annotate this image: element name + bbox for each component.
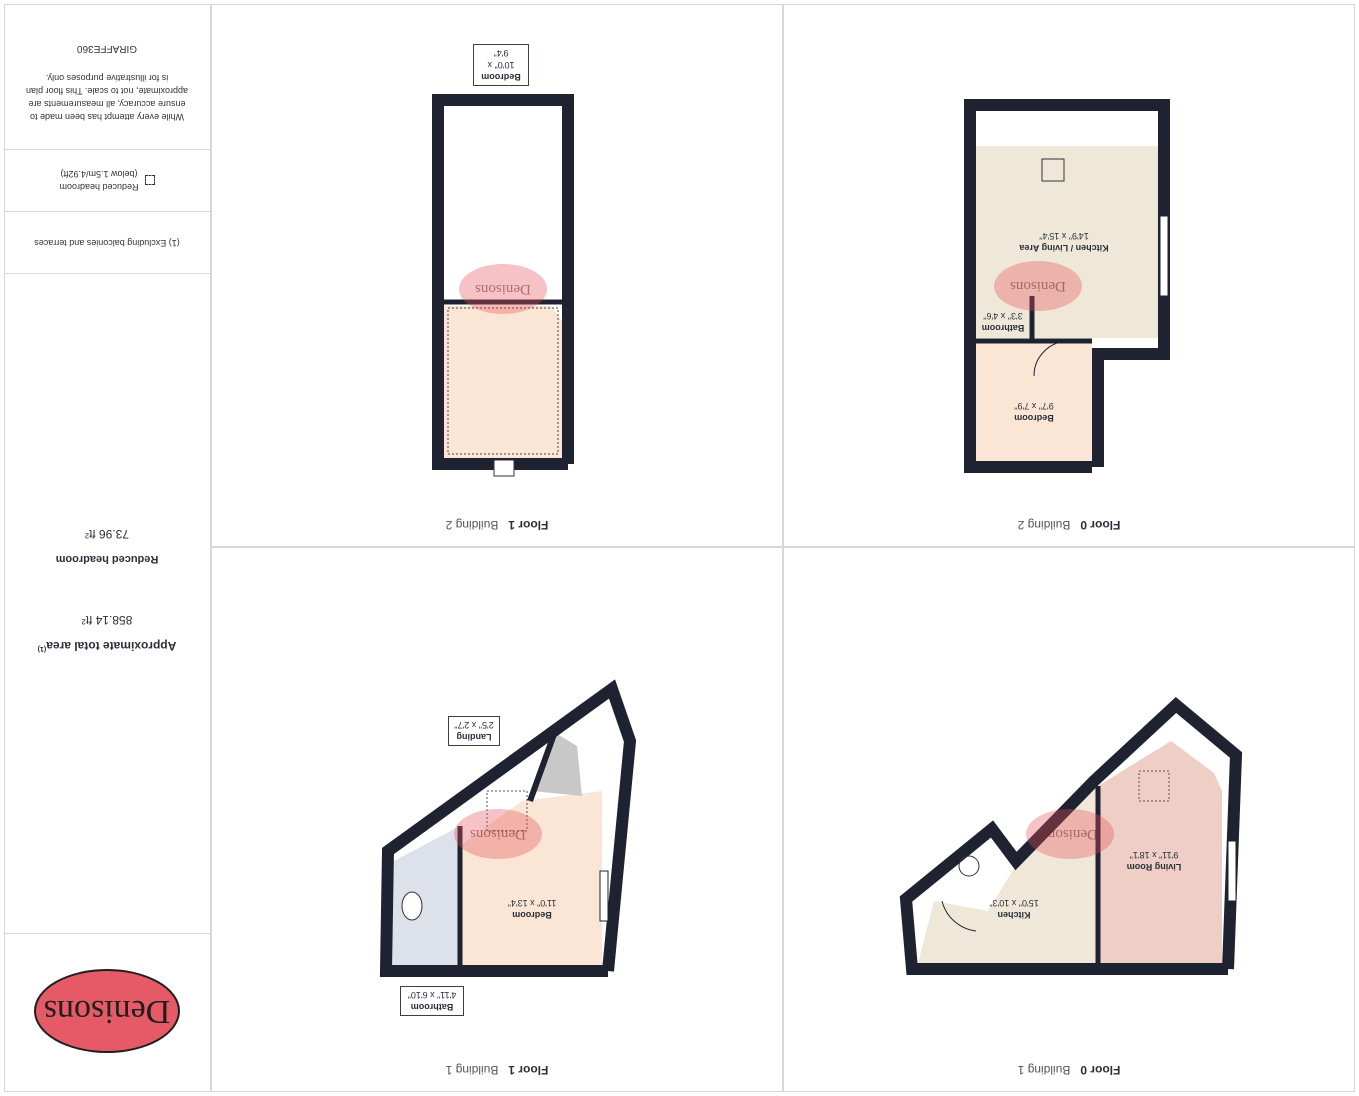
reduced-headroom-label: Reduced headroom xyxy=(55,553,159,565)
room-name: Landing xyxy=(456,732,492,742)
window xyxy=(599,870,609,922)
logo-text: Denisons xyxy=(43,993,171,1030)
hob xyxy=(958,855,980,877)
legend-line-1: Reduced headroom xyxy=(59,182,139,193)
toilet xyxy=(401,891,423,921)
kitchen-label: Kitchen 15'0" x 10'3" xyxy=(964,897,1064,921)
room-dims: 10'0" x 9'4" xyxy=(487,48,515,70)
room-name: Kitchen / Living Area xyxy=(1019,243,1109,253)
room-name: Bedroom xyxy=(481,72,521,82)
room-name: Bathroom xyxy=(410,1002,454,1012)
room-dims: 9'11" x 18'1" xyxy=(1129,850,1179,860)
window xyxy=(1159,215,1169,297)
info-sidebar: Denisons Approximate total area(1) 858.1… xyxy=(4,4,211,1092)
bedroom-label: Bedroom 9'7" x 7'9" xyxy=(984,400,1084,424)
room-dims: 9'7" x 7'9" xyxy=(1014,401,1054,411)
room-name: Bathroom xyxy=(981,323,1025,333)
legend-text: Reduced headroom (below 1.5m/4.92ft) xyxy=(59,168,138,194)
watermark: Denisons xyxy=(454,809,542,859)
total-area-block: Approximate total area(1) 858.14 ft² xyxy=(4,613,210,653)
reduced-headroom-value: 73.96 ft² xyxy=(84,527,130,541)
bathroom-tag: Bathroom 4'11" x 6'10" xyxy=(400,986,464,1016)
room-name: Kitchen xyxy=(997,910,1031,920)
panel-floor0-building1: Floor 0Building 1 Living Room 9'11" x 18'… xyxy=(783,547,1355,1092)
panel-floor1-building1: Floor 1Building 1 Bedroom 11'0" x 13'4" B… xyxy=(211,547,783,1092)
living-room-label: Living Room 9'11" x 18'1" xyxy=(1104,849,1204,873)
watermark-text: Denisons xyxy=(475,281,531,298)
legend-line-2: (below 1.5m/4.92ft) xyxy=(60,169,138,180)
disclaimer-section: While every attempt has been made to ens… xyxy=(4,3,210,149)
dotted-box-icon xyxy=(144,175,155,186)
landing-tag: Landing 2'5" x 2'7" xyxy=(448,716,500,746)
bathroom-label: Bathroom 3'3" x 4'6" xyxy=(976,310,1030,334)
bedroom-floor xyxy=(444,306,562,458)
room-dims: 3'3" x 4'6" xyxy=(983,311,1023,321)
room-dims: 2'5" x 2'7" xyxy=(454,720,494,730)
logo-section: Denisons xyxy=(4,933,210,1091)
bedroom-label: Bedroom 11'0" x 13'4" xyxy=(482,897,582,921)
room-dims: 4'11" x 6'10" xyxy=(407,990,457,1000)
room-dims: 15'0" x 10'3" xyxy=(989,898,1039,908)
watermark: Denisons xyxy=(459,264,547,314)
room-name: Living Room xyxy=(1126,862,1182,872)
footnote-text: (1) Excluding balconies and terraces xyxy=(34,238,180,248)
total-area-label: Approximate total area xyxy=(46,639,177,653)
footnote-section: (1) Excluding balconies and terraces xyxy=(4,211,210,273)
denisons-logo: Denisons xyxy=(34,969,180,1053)
disclaimer-text: While every attempt has been made to ens… xyxy=(26,73,188,122)
floor-plan-sheet: Denisons Approximate total area(1) 858.1… xyxy=(0,0,1359,1096)
reduced-area-block: Reduced headroom 73.96 ft² xyxy=(4,527,210,565)
room-dims: 14'9" x 15'4" xyxy=(1039,231,1089,241)
kitchen-living-label: Kitchen / Living Area 14'9" x 15'4" xyxy=(994,230,1134,254)
window xyxy=(1227,840,1237,902)
total-area-value: 858.14 ft² xyxy=(81,613,133,627)
area-section: Approximate total area(1) 858.14 ft² Red… xyxy=(4,273,210,933)
watermark-text: Denisons xyxy=(1010,278,1066,295)
panel-floor1-building2: Floor 1Building 2 Bedroom 10'0" x 9'4" De… xyxy=(211,4,783,547)
watermark: Denisons xyxy=(1026,809,1114,859)
total-area-title: Approximate total area(1) xyxy=(4,639,210,653)
brand-name: GIRAFFE360 xyxy=(76,43,138,54)
room-dims: 11'0" x 13'4" xyxy=(507,898,557,908)
room-name: Bedroom xyxy=(512,910,552,920)
floor-plan-page: Denisons Approximate total area(1) 858.1… xyxy=(0,0,1359,1096)
total-area-note: (1) xyxy=(37,645,47,652)
watermark-text: Denisons xyxy=(470,826,526,843)
bedroom-tag: Bedroom 10'0" x 9'4" xyxy=(473,44,529,86)
watermark-text: Denisons xyxy=(1042,826,1098,843)
watermark: Denisons xyxy=(994,261,1082,311)
panel-floor0-building2: Floor 0Building 2 Kitchen / Living Area 1… xyxy=(783,4,1355,547)
legend-section: Reduced headroom (below 1.5m/4.92ft) xyxy=(4,149,210,211)
room-name: Bedroom xyxy=(1014,413,1054,423)
stairs xyxy=(493,459,515,477)
